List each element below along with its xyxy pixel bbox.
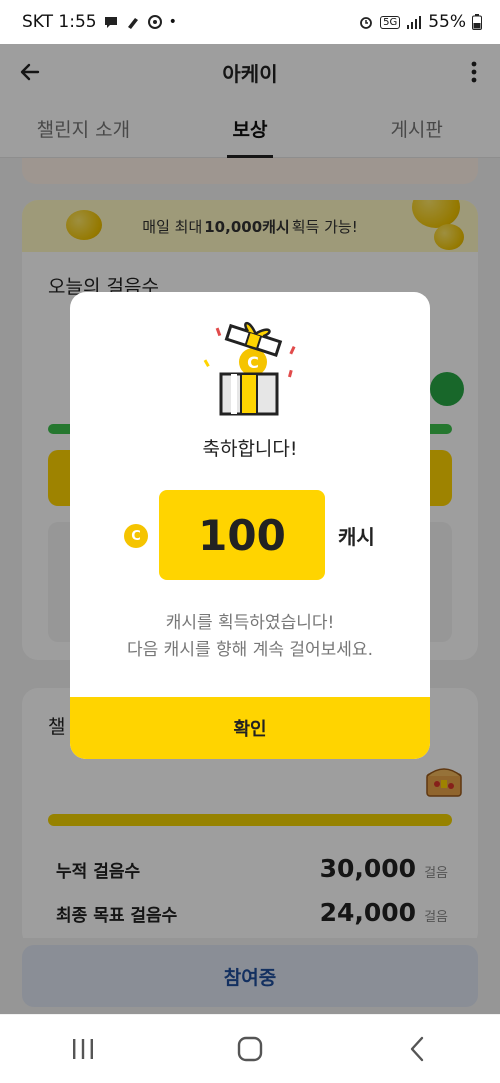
confirm-button[interactable]: 확인 — [70, 697, 430, 759]
dialog-message: 캐시를 획득하였습니다! 다음 캐시를 향해 계속 걸어보세요. — [70, 610, 430, 664]
dialog-title: 축하합니다! — [202, 438, 298, 460]
status-left: SKT 1:55 • — [22, 12, 177, 32]
system-nav-bar — [0, 1015, 500, 1083]
home-icon — [237, 1036, 263, 1062]
dialog-message-line1: 캐시를 획득하였습니다! — [165, 613, 335, 633]
reward-unit: 캐시 — [338, 525, 375, 549]
battery-icon — [472, 14, 482, 30]
recent-apps-button[interactable] — [53, 1029, 113, 1069]
carrier-time: SKT 1:55 — [22, 12, 97, 32]
gift-box-icon: C — [203, 321, 296, 416]
status-right: 5G 55% — [358, 12, 482, 32]
recent-apps-icon — [73, 1039, 94, 1059]
network-type: 5G — [380, 15, 401, 29]
svg-text:C: C — [247, 353, 259, 372]
chat-bubble-icon — [104, 17, 117, 28]
battery-percent: 55% — [428, 12, 466, 32]
reward-amount-row: C 100 캐시 — [70, 490, 430, 582]
screen: SKT 1:55 • 5G 55% 아케이 챌린지 소개 보상 게시판 매일 최… — [0, 0, 500, 1083]
alarm-icon — [360, 17, 372, 29]
reward-dialog: C 축하합니다! C 100 캐시 캐시를 획득하였습니다! 다음 캐시를 향해… — [70, 292, 430, 759]
signal-icon — [407, 16, 422, 29]
chrome-icon — [147, 15, 162, 29]
home-button[interactable] — [220, 1029, 280, 1069]
dot-icon: • — [168, 14, 177, 30]
back-nav-button[interactable] — [387, 1029, 447, 1069]
reward-amount: 100 — [159, 490, 325, 580]
status-bar: SKT 1:55 • 5G 55% — [0, 0, 500, 44]
brush-icon — [127, 18, 138, 29]
dialog-message-line2: 다음 캐시를 향해 계속 걸어보세요. — [127, 640, 373, 660]
cash-coin-icon: C — [124, 524, 148, 548]
chevron-left-icon — [410, 1036, 423, 1062]
